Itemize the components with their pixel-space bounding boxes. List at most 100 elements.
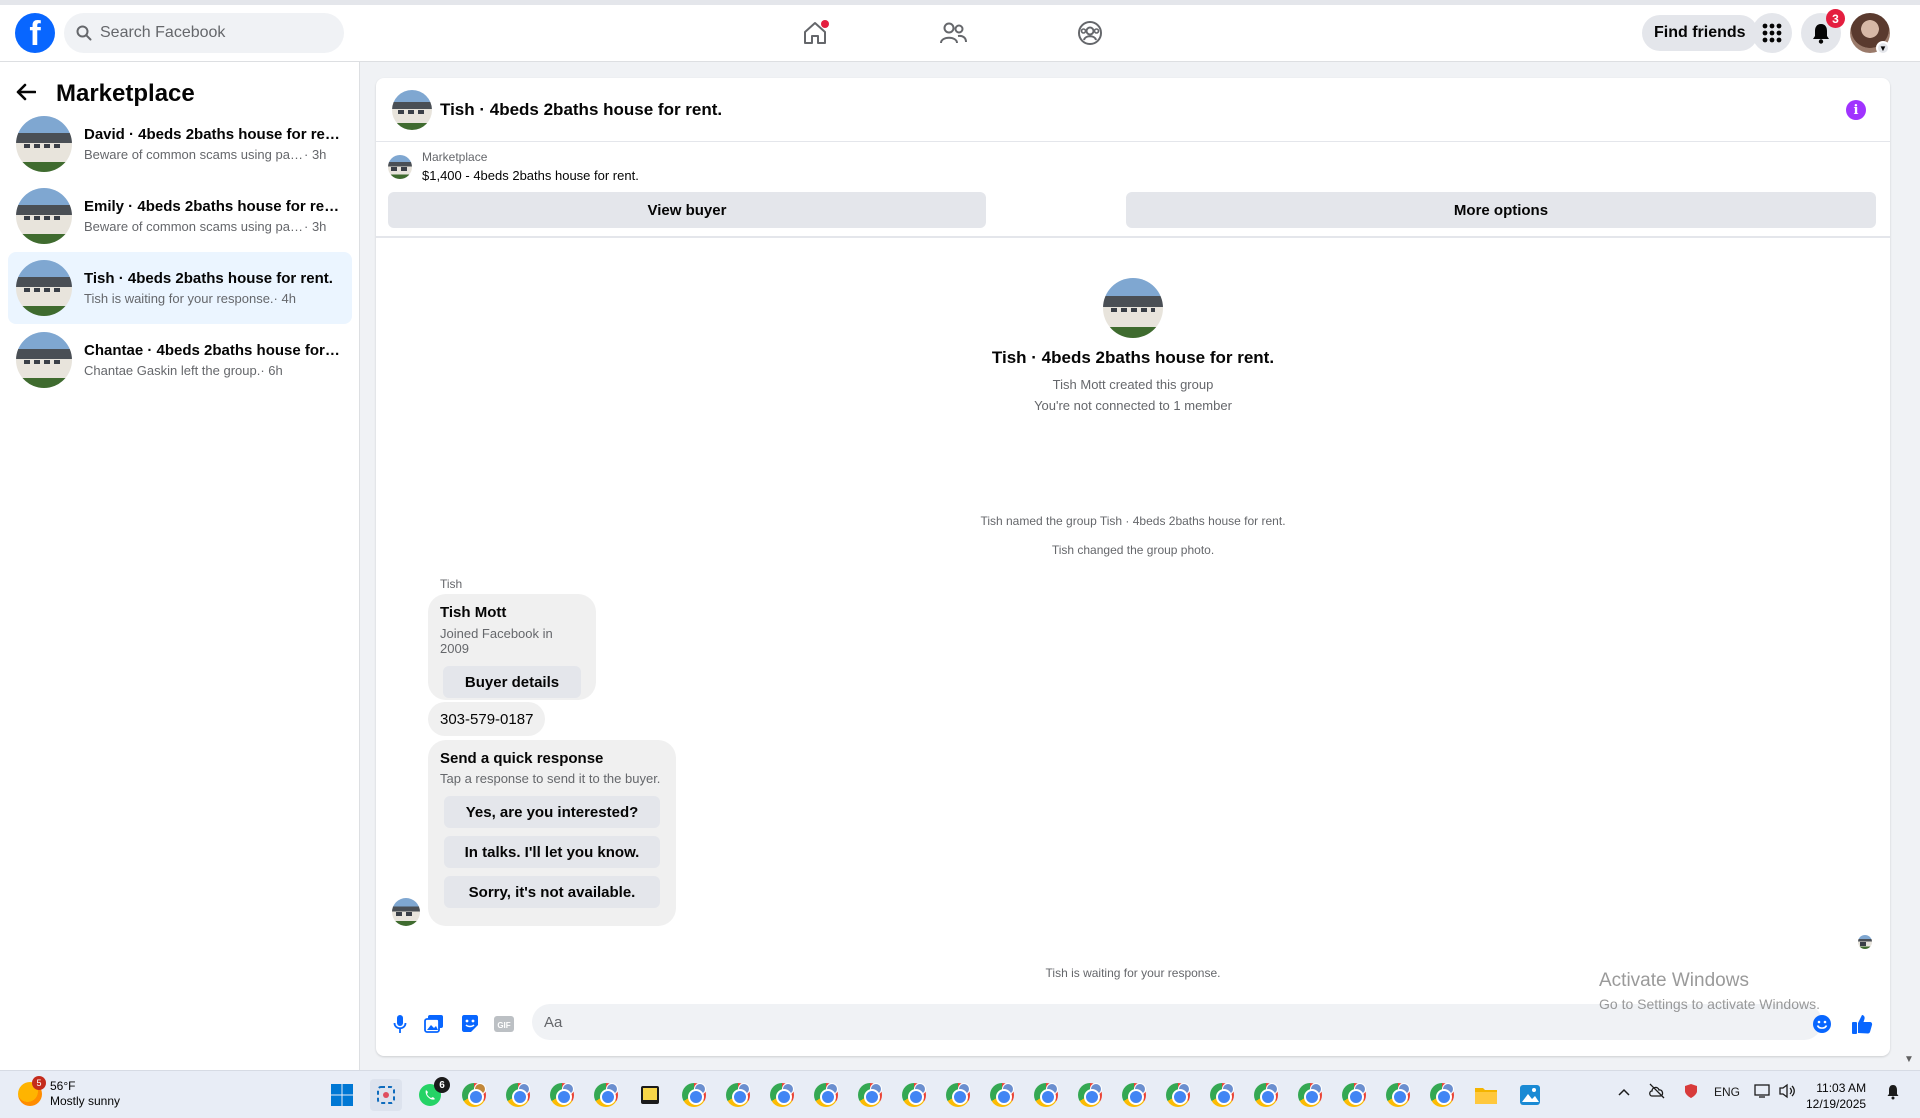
conversation-time: · 4h <box>273 291 296 306</box>
chevron-up-icon[interactable] <box>1618 1085 1630 1099</box>
profile-card-bubble: Tish Mott Joined Facebook in 2009 Buyer … <box>428 594 596 700</box>
chrome-icon[interactable] <box>854 1079 886 1111</box>
sender-avatar[interactable] <box>392 898 420 926</box>
whatsapp-badge: 6 <box>434 1077 450 1093</box>
volume-icon[interactable] <box>1778 1083 1796 1102</box>
friends-icon[interactable] <box>937 17 969 49</box>
chrome-icon[interactable] <box>942 1079 974 1111</box>
chrome-icon[interactable] <box>1294 1079 1326 1111</box>
conversation-name: Emily · 4beds 2baths house for rent. <box>84 198 340 215</box>
chrome-icon[interactable] <box>986 1079 1018 1111</box>
conversation-item[interactable]: David · 4beds 2baths house for rent. Bew… <box>8 108 352 180</box>
chrome-icon[interactable] <box>1382 1079 1414 1111</box>
whatsapp-icon[interactable]: 6 <box>414 1077 450 1111</box>
quick-response-option[interactable]: In talks. I'll let you know. <box>444 836 660 868</box>
emoji-icon[interactable] <box>1810 1012 1834 1036</box>
conversation-time: · 3h <box>304 147 327 162</box>
find-friends-button[interactable]: Find friends <box>1642 15 1758 51</box>
sticky-notes-icon[interactable] <box>634 1079 666 1111</box>
more-options-button[interactable]: More options <box>1126 192 1876 228</box>
chrome-icon[interactable] <box>458 1079 490 1111</box>
microphone-icon[interactable] <box>388 1012 412 1036</box>
weather-description: Mostly sunny <box>50 1094 121 1108</box>
listing-summary[interactable]: Marketplace $1,400 - 4beds 2baths house … <box>388 150 639 183</box>
home-icon[interactable] <box>799 17 831 49</box>
quick-response-option[interactable]: Yes, are you interested? <box>444 796 660 828</box>
like-thumb-icon[interactable] <box>1850 1012 1874 1036</box>
menu-grid-icon[interactable] <box>1752 13 1792 53</box>
chrome-icon[interactable] <box>1206 1079 1238 1111</box>
chevron-down-icon[interactable]: ▼ <box>1876 41 1890 55</box>
chrome-icon[interactable] <box>1162 1079 1194 1111</box>
listing-thumbnail <box>16 116 72 172</box>
gif-icon[interactable]: GIF <box>492 1012 516 1036</box>
chrome-icon[interactable] <box>1030 1079 1062 1111</box>
listing-thumbnail <box>16 188 72 244</box>
snipping-tool-icon[interactable] <box>370 1079 402 1111</box>
group-connection-text: You're not connected to 1 member <box>1034 398 1232 413</box>
message-composer: GIF <box>376 1000 1890 1048</box>
conversation-item-active[interactable]: Tish · 4beds 2baths house for rent. Tish… <box>8 252 352 324</box>
chrome-icon[interactable] <box>546 1079 578 1111</box>
chrome-icon[interactable] <box>1118 1079 1150 1111</box>
chrome-icon[interactable] <box>590 1079 622 1111</box>
photos-app-icon[interactable] <box>1514 1079 1546 1111</box>
chat-title[interactable]: Tish · 4beds 2baths house for rent. <box>440 100 722 120</box>
profile-joined: Joined Facebook in 2009 <box>440 626 553 656</box>
chrome-icon[interactable] <box>1074 1079 1106 1111</box>
listing-thumbnail <box>16 260 72 316</box>
facebook-logo[interactable]: f <box>15 13 55 53</box>
conversation-item[interactable]: Emily · 4beds 2baths house for rent. Bew… <box>8 180 352 252</box>
quick-response-option[interactable]: Sorry, it's not available. <box>444 876 660 908</box>
system-message-named: Tish named the group Tish · 4beds 2baths… <box>980 514 1286 528</box>
clock-date: 12/19/2025 <box>1806 1097 1867 1111</box>
phone-number-bubble[interactable]: 303-579-0187 <box>428 702 546 736</box>
view-buyer-button[interactable]: View buyer <box>388 192 986 228</box>
security-icon[interactable] <box>1684 1083 1698 1102</box>
chrome-icon[interactable] <box>1250 1079 1282 1111</box>
notification-bell-icon[interactable] <box>1886 1084 1900 1103</box>
language-indicator[interactable]: ENG <box>1714 1085 1740 1099</box>
search-input[interactable] <box>100 24 320 42</box>
search-box[interactable] <box>64 13 344 53</box>
system-clock[interactable]: 11:03 AM 12/19/2025 <box>1806 1080 1866 1112</box>
buyer-details-button[interactable]: Buyer details <box>443 666 581 698</box>
search-icon <box>76 25 92 41</box>
windows-taskbar: 5 56°F Mostly sunny 6 ENG 11:03 AM 12/19… <box>0 1070 1920 1118</box>
photo-icon[interactable] <box>422 1012 446 1036</box>
windows-start-icon[interactable] <box>326 1079 358 1111</box>
chrome-icon[interactable] <box>766 1079 798 1111</box>
weather-widget[interactable]: 5 56°F Mostly sunny <box>18 1076 121 1109</box>
conversation-name: Tish · 4beds 2baths house for rent. <box>84 270 333 287</box>
listing-thumbnail <box>16 332 72 388</box>
groups-icon[interactable] <box>1074 17 1106 49</box>
home-notification-dot <box>821 20 829 28</box>
sticker-icon[interactable] <box>458 1012 482 1036</box>
chrome-icon[interactable] <box>810 1079 842 1111</box>
quick-response-bubble: Send a quick response Tap a response to … <box>428 740 676 926</box>
network-icon[interactable] <box>1754 1083 1772 1102</box>
chrome-icon[interactable] <box>898 1079 930 1111</box>
conversation-item[interactable]: Chantae · 4beds 2baths house for ... Cha… <box>8 324 352 396</box>
marketplace-sidebar: Marketplace David · 4beds 2baths house f… <box>0 62 360 1070</box>
notifications-button[interactable]: 3 <box>1801 9 1845 53</box>
conversation-preview: Beware of common scams using pay... <box>84 219 304 234</box>
group-photo <box>1103 278 1163 338</box>
sidebar-title: Marketplace <box>56 80 195 107</box>
info-icon[interactable]: i <box>1846 100 1866 120</box>
back-arrow-icon[interactable] <box>16 80 46 108</box>
file-explorer-icon[interactable] <box>1470 1079 1502 1111</box>
chrome-icon[interactable] <box>1338 1079 1370 1111</box>
chrome-icon[interactable] <box>502 1079 534 1111</box>
conversation-preview: Beware of common scams using pay... <box>84 147 304 162</box>
chrome-icon[interactable] <box>678 1079 710 1111</box>
scroll-down-arrow-icon[interactable]: ▼ <box>1904 1054 1914 1065</box>
cloud-offline-icon[interactable] <box>1648 1083 1666 1102</box>
chrome-icon[interactable] <box>1426 1079 1458 1111</box>
sun-icon: 5 <box>18 1076 46 1106</box>
conversation-preview: Chantae Gaskin left the group. <box>84 363 261 378</box>
group-avatar[interactable] <box>392 89 432 130</box>
chat-header: Tish · 4beds 2baths house for rent. i <box>376 78 1890 142</box>
chrome-icon[interactable] <box>722 1079 754 1111</box>
message-input[interactable] <box>532 1004 1822 1040</box>
